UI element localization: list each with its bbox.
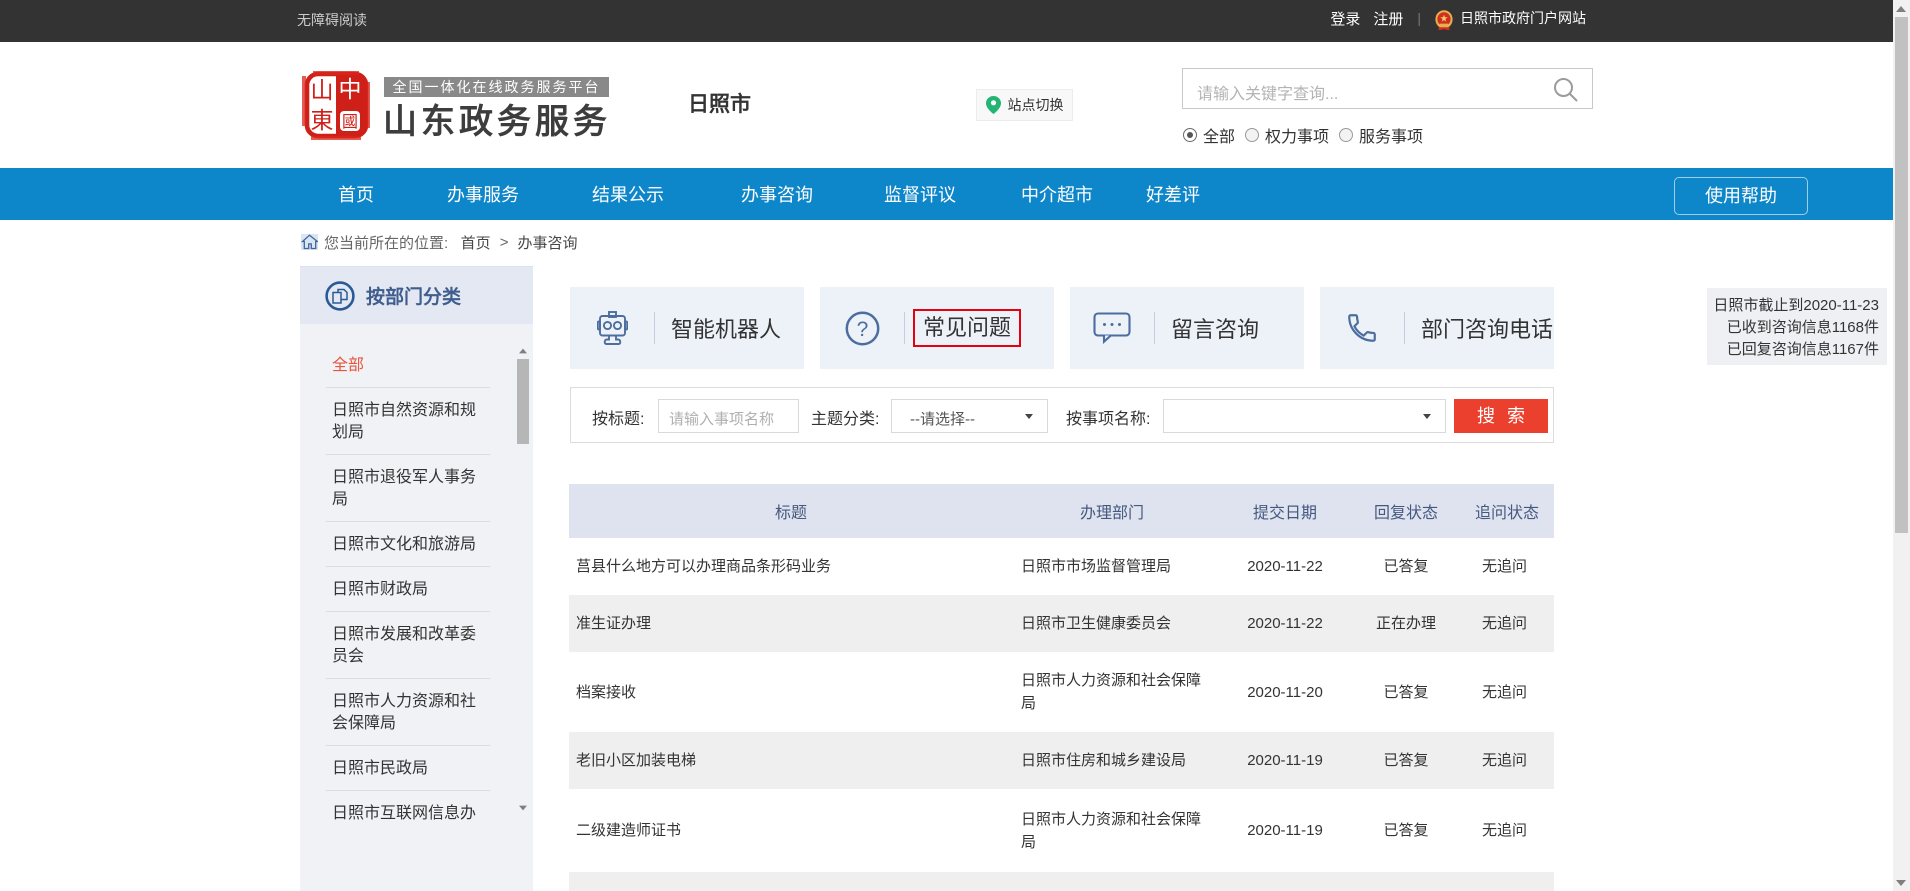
svg-text:?: ? <box>856 318 868 341</box>
svg-text:國: 國 <box>342 114 358 131</box>
svg-text:山: 山 <box>311 77 334 103</box>
svg-text:東: 東 <box>311 107 334 133</box>
svg-text:中: 中 <box>339 76 362 102</box>
